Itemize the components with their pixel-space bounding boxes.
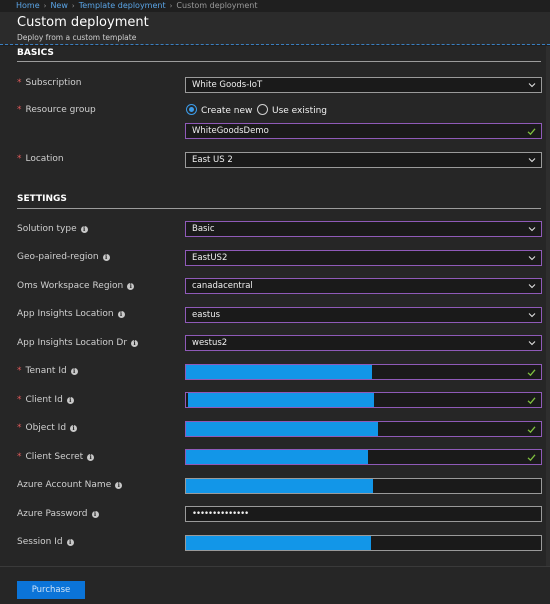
checkmark-icon: [527, 128, 536, 136]
required-marker: *: [17, 154, 22, 164]
client-secret-label: * Client Secret i: [17, 452, 95, 462]
info-icon[interactable]: i: [70, 425, 78, 432]
resource-group-name-input[interactable]: WhiteGoodsDemo: [185, 123, 542, 139]
location-label: * Location: [17, 154, 64, 164]
required-marker: *: [17, 423, 22, 433]
basics-section-title: BASICS: [17, 48, 54, 58]
purchase-button[interactable]: Purchase: [17, 581, 85, 599]
chevron-down-icon: [528, 256, 536, 261]
info-icon[interactable]: i: [102, 254, 110, 261]
section-divider: [17, 61, 541, 62]
breadcrumb-new-link[interactable]: New: [50, 1, 67, 10]
info-icon[interactable]: i: [117, 311, 125, 318]
session-id-input[interactable]: [185, 535, 542, 551]
chevron-down-icon: [528, 284, 536, 289]
page-title: Custom deployment: [17, 15, 149, 30]
page-subtitle: Deploy from a custom template: [17, 33, 137, 42]
radio-unselected-icon: [257, 104, 268, 115]
app-insights-location-dr-label: App Insights Location Dr i: [17, 338, 139, 348]
info-icon[interactable]: i: [80, 226, 88, 233]
chevron-right-icon: ›: [169, 2, 173, 10]
required-marker: *: [17, 366, 22, 376]
azure-account-name-input[interactable]: [185, 478, 542, 494]
checkmark-icon: [527, 369, 536, 377]
info-icon[interactable]: i: [66, 397, 74, 404]
geo-paired-region-label: Geo-paired-region i: [17, 252, 110, 262]
required-marker: *: [17, 452, 22, 462]
oms-workspace-region-label: Oms Workspace Region i: [17, 281, 135, 291]
solution-type-select[interactable]: Basic: [185, 221, 542, 237]
client-id-label: * Client Id i: [17, 395, 74, 405]
breadcrumb-current: Custom deployment: [176, 1, 258, 10]
chevron-down-icon: [528, 83, 536, 88]
scrollbar[interactable]: [546, 46, 550, 566]
app-insights-location-select[interactable]: eastus: [185, 307, 542, 323]
deployment-form: BASICS * Subscription White Goods-IoT * Re…: [0, 46, 550, 566]
info-icon[interactable]: i: [127, 283, 135, 290]
chevron-down-icon: [528, 158, 536, 163]
app-insights-location-dr-select[interactable]: westus2: [185, 335, 542, 351]
chevron-right-icon: ›: [71, 2, 75, 10]
checkmark-icon: [527, 397, 536, 405]
radio-selected-icon: [186, 104, 197, 115]
chevron-down-icon: [528, 341, 536, 346]
checkmark-icon: [527, 454, 536, 462]
create-new-radio[interactable]: Create new: [186, 104, 252, 116]
location-select[interactable]: East US 2: [185, 152, 542, 168]
redacted-value: [186, 536, 371, 550]
required-marker: *: [17, 395, 22, 405]
session-id-label: Session Id i: [17, 537, 74, 547]
tenant-id-label: * Tenant Id i: [17, 366, 78, 376]
tenant-id-input[interactable]: [185, 364, 542, 380]
solution-type-label: Solution type i: [17, 224, 88, 234]
info-icon[interactable]: i: [131, 340, 139, 347]
info-icon[interactable]: i: [66, 539, 74, 546]
info-icon[interactable]: i: [91, 511, 99, 518]
info-icon[interactable]: i: [70, 368, 78, 375]
blade-footer: Purchase: [0, 566, 550, 604]
breadcrumb: Home › New › Template deployment › Custom depl…: [0, 0, 550, 12]
redacted-value: [186, 479, 373, 493]
settings-section-title: SETTINGS: [17, 194, 67, 204]
subscription-label: * Subscription: [17, 78, 82, 88]
blade-header: Custom deployment Deploy from a custom t…: [0, 12, 550, 45]
checkmark-icon: [527, 426, 536, 434]
redacted-value: [186, 422, 378, 436]
required-marker: *: [17, 78, 22, 88]
redacted-value: [186, 365, 372, 379]
resource-group-label: * Resource group: [17, 105, 96, 115]
azure-account-name-label: Azure Account Name i: [17, 480, 123, 490]
use-existing-radio[interactable]: Use existing: [257, 104, 327, 116]
chevron-down-icon: [528, 227, 536, 232]
subscription-select[interactable]: White Goods-IoT: [185, 77, 542, 93]
client-secret-input[interactable]: [185, 449, 542, 465]
section-divider: [17, 208, 541, 209]
app-insights-location-label: App Insights Location i: [17, 309, 125, 319]
chevron-right-icon: ›: [43, 2, 47, 10]
redacted-value: [188, 393, 374, 407]
required-marker: *: [17, 105, 22, 115]
azure-password-input[interactable]: ••••••••••••••: [185, 506, 542, 522]
redacted-value: [186, 450, 368, 464]
info-icon[interactable]: i: [115, 482, 123, 489]
geo-paired-region-select[interactable]: EastUS2: [185, 250, 542, 266]
chevron-down-icon: [528, 313, 536, 318]
oms-workspace-region-select[interactable]: canadacentral: [185, 278, 542, 294]
object-id-input[interactable]: [185, 421, 542, 437]
breadcrumb-template-deployment-link[interactable]: Template deployment: [79, 1, 166, 10]
client-id-input[interactable]: [185, 392, 542, 408]
object-id-label: * Object Id i: [17, 423, 78, 433]
azure-password-label: Azure Password i: [17, 509, 99, 519]
breadcrumb-home-link[interactable]: Home: [16, 1, 40, 10]
info-icon[interactable]: i: [87, 454, 95, 461]
